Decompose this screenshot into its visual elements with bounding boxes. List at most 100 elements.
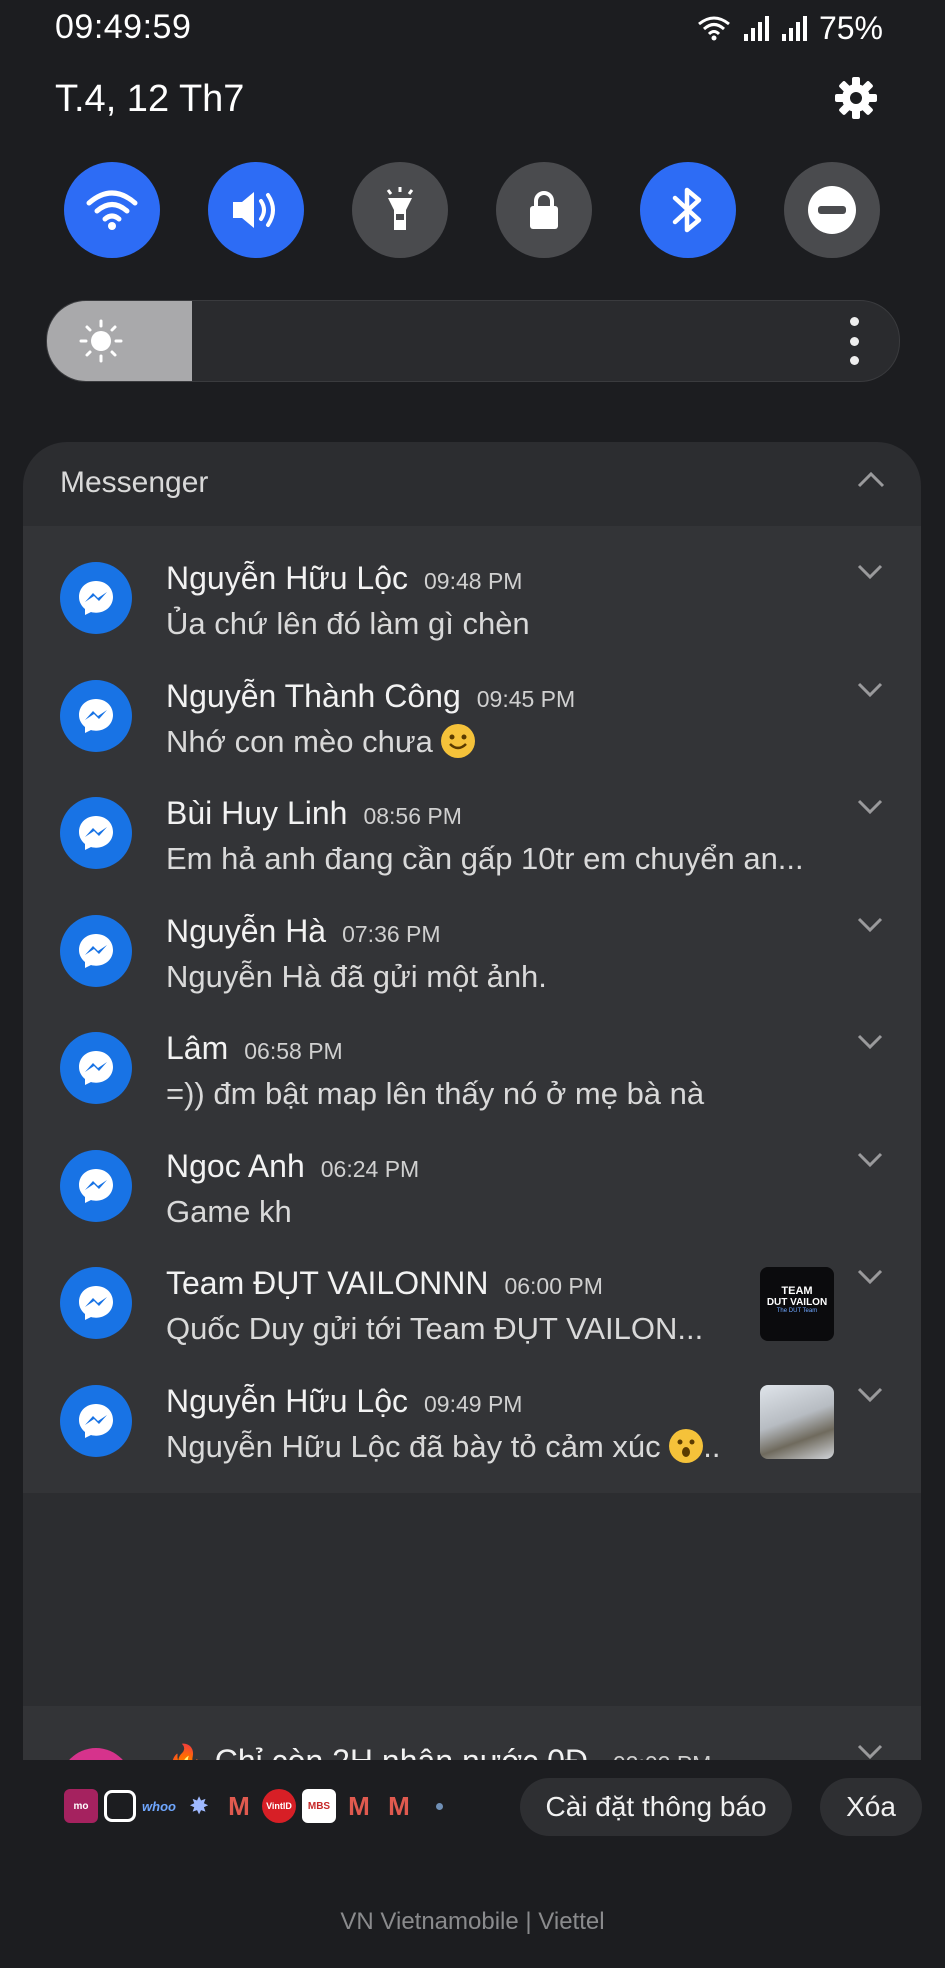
- speaker-icon: [233, 192, 275, 228]
- brightness-slider[interactable]: [46, 300, 900, 382]
- notification-time: 06:00 PM: [504, 1273, 603, 1299]
- notification-message: Em hả anh đang cần gấp 10tr em chuyển an…: [166, 841, 804, 877]
- status-icons: 75%: [697, 8, 883, 48]
- status-bar: 09:49:59 75%: [0, 0, 945, 60]
- message-suffix: ..: [703, 1428, 721, 1464]
- group-thumbnail: TEAM DUT VAILON The DUT Team: [760, 1267, 834, 1341]
- notification-item[interactable]: Nguyễn Hữu Lộc 09:49 PM Nguyễn Hữu Lộc đã …: [23, 1348, 921, 1493]
- chevron-down-icon[interactable]: [857, 1034, 883, 1050]
- gmail-icon: M: [228, 1790, 250, 1821]
- message-text: Nguyễn Hữu Lộc đã bày tỏ cảm xúc: [166, 1428, 661, 1464]
- message-text: Nhớ con mèo chưa: [166, 723, 433, 759]
- avatar: [60, 1384, 132, 1457]
- chevron-up-icon[interactable]: [857, 470, 885, 490]
- message-text: Game kh: [166, 1193, 292, 1229]
- mbs-icon: MBS: [302, 1789, 336, 1823]
- avatar: [60, 914, 132, 987]
- partial-notification[interactable]: 🔥 Chỉ còn 2H nhận nước 0Đ 02:02 PM: [23, 1706, 921, 1760]
- notification-title-text: Chỉ còn 2H nhận nước 0Đ: [215, 1743, 588, 1760]
- more-options-icon[interactable]: [849, 317, 859, 365]
- messenger-icon: [79, 698, 113, 733]
- status-time: 09:49:59: [55, 8, 192, 46]
- chevron-down-icon[interactable]: [857, 1744, 883, 1760]
- app-name: Messenger: [60, 466, 209, 499]
- app-tray: mo whoo ✸ M VintID MBS M M: [64, 1788, 456, 1824]
- notification-time: 08:56 PM: [363, 803, 462, 829]
- toggle-flashlight[interactable]: [352, 162, 448, 258]
- chevron-down-icon[interactable]: [857, 917, 883, 933]
- notification-time: 02:02 PM: [613, 1751, 711, 1760]
- instagram-icon: [104, 1790, 136, 1822]
- sender-name: Nguyễn Hà: [166, 912, 327, 949]
- notification-title: Nguyễn Thành Công 09:45 PM: [166, 678, 575, 715]
- notification-time: 06:58 PM: [244, 1038, 343, 1064]
- wifi-icon: [86, 190, 138, 230]
- chevron-down-icon[interactable]: [857, 799, 883, 815]
- messenger-icon: [79, 1286, 113, 1320]
- chevron-down-icon[interactable]: [857, 1387, 883, 1403]
- gmail-icon: M: [388, 1790, 410, 1821]
- signal-icon: [781, 16, 807, 41]
- notification-message: Nguyễn Hữu Lộc đã bày tỏ cảm xúc ..: [166, 1428, 721, 1465]
- minus-icon: [808, 186, 856, 234]
- notification-title: 🔥 Chỉ còn 2H nhận nước 0Đ 02:02 PM: [166, 1742, 711, 1760]
- messenger-icon: [79, 933, 113, 968]
- momo-icon: mo: [64, 1789, 98, 1823]
- quick-toggles: [64, 162, 880, 258]
- message-text: =)) đm bật map lên thấy nó ở mẹ bà nà: [166, 1076, 705, 1111]
- sender-name: Bùi Huy Linh: [166, 795, 348, 831]
- notification-settings-button[interactable]: Cài đặt thông báo: [520, 1778, 792, 1836]
- sender-name: Nguyễn Hữu Lộc: [166, 1382, 408, 1419]
- notification-message: =)) đm bật map lên thấy nó ở mẹ bà nà: [166, 1076, 704, 1112]
- notification-title: Lâm 06:58 PM: [166, 1030, 343, 1067]
- more-dot-icon: [422, 1789, 456, 1823]
- notification-time: 06:24 PM: [320, 1155, 420, 1182]
- toggle-bluetooth[interactable]: [640, 162, 736, 258]
- signal-icon: [743, 16, 769, 41]
- notification-time: 07:36 PM: [342, 920, 441, 947]
- messenger-icon: [79, 1403, 113, 1438]
- sun-icon: [79, 319, 123, 363]
- carrier-label: VN Vietnamobile | Viettel: [340, 1908, 605, 1935]
- toggle-sound[interactable]: [208, 162, 304, 258]
- clear-button[interactable]: Xóa: [820, 1778, 922, 1836]
- bluetooth-icon: [672, 187, 702, 233]
- messenger-icon: [79, 816, 113, 850]
- sender-name: Team ĐỤT VAILONNN: [166, 1265, 489, 1301]
- messenger-icon: [79, 1051, 113, 1085]
- avatar: [60, 1267, 132, 1339]
- message-text: Nguyễn Hà đã gửi một ảnh.: [166, 958, 547, 994]
- message-text: Em hả anh đang cần gấp 10tr em chuyển an…: [166, 841, 804, 876]
- notification-message: Game kh: [166, 1194, 292, 1230]
- message-text: Ủa chứ lên đó làm gì chèn: [166, 606, 530, 641]
- toggle-rotation-lock[interactable]: [496, 162, 592, 258]
- avatar: [60, 679, 132, 752]
- notification-message: Ủa chứ lên đó làm gì chèn: [166, 606, 530, 642]
- gear-icon[interactable]: [832, 74, 880, 122]
- notification-time: 09:49 PM: [424, 1390, 523, 1417]
- chevron-down-icon[interactable]: [857, 1269, 883, 1285]
- gmail-icon: M: [348, 1790, 370, 1821]
- avatar: [60, 562, 132, 634]
- notification-panel: Messenger Nguyễn Hữu Lộc 09:48 PM Ủa chứ l…: [23, 442, 921, 1760]
- wifi-icon: [698, 16, 730, 41]
- chevron-down-icon[interactable]: [857, 682, 883, 698]
- toggle-wifi[interactable]: [64, 162, 160, 258]
- chevron-down-icon[interactable]: [857, 1152, 883, 1168]
- notification-title: Bùi Huy Linh 08:56 PM: [166, 795, 462, 832]
- date-label: T.4, 12 Th7: [55, 78, 245, 120]
- fire-icon: 🔥: [166, 1743, 206, 1760]
- chevron-down-icon[interactable]: [857, 564, 883, 580]
- notification-title: Ngoc Anh 06:24 PM: [166, 1148, 419, 1185]
- flashlight-icon: [386, 187, 414, 230]
- notification-time: 09:45 PM: [476, 685, 576, 712]
- notification-time: 09:48 PM: [424, 568, 523, 594]
- smile-emoji-icon: [441, 723, 476, 758]
- surprised-emoji-icon: [669, 1428, 704, 1463]
- messenger-group-header[interactable]: Messenger: [23, 442, 921, 524]
- avatar: [60, 797, 132, 869]
- notification-title: Team ĐỤT VAILONNN 06:00 PM: [166, 1265, 603, 1302]
- notification-title: Nguyễn Hữu Lộc 09:48 PM: [166, 560, 522, 597]
- messenger-icon: [79, 1168, 113, 1203]
- toggle-do-not-disturb[interactable]: [784, 162, 880, 258]
